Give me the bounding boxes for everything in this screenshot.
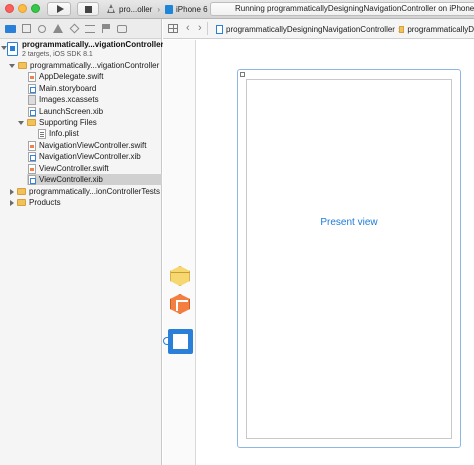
project-root-item[interactable]: programmatically...vigationController 2 … bbox=[0, 39, 164, 61]
file-item[interactable]: LaunchScreen.xib bbox=[28, 106, 103, 117]
group-main-label: programmatically...vigationController bbox=[30, 61, 160, 70]
resize-handle-icon[interactable] bbox=[240, 72, 245, 77]
file-label: NavigationViewController.swift bbox=[39, 141, 147, 150]
tab-debug-navigator[interactable] bbox=[84, 23, 96, 35]
folder-icon bbox=[27, 119, 36, 126]
forward-arrow-icon[interactable]: › bbox=[198, 22, 202, 34]
close-window-button[interactable] bbox=[5, 4, 14, 13]
file-label: Info.plist bbox=[49, 129, 79, 138]
file-label: NavigationViewController.xib bbox=[39, 152, 141, 161]
group-products[interactable]: Products bbox=[9, 197, 61, 208]
swift-file-icon bbox=[28, 71, 36, 82]
group-tests-label: programmatically...ionControllerTests bbox=[29, 187, 161, 196]
file-item[interactable]: ViewController.swift bbox=[28, 163, 109, 174]
storyboard-file-icon bbox=[28, 83, 36, 94]
disclosure-open-icon[interactable] bbox=[18, 120, 24, 125]
navigator-tab-bar bbox=[0, 19, 161, 39]
xib-file-icon bbox=[28, 174, 36, 185]
document-outline-dock bbox=[163, 40, 196, 465]
file-label: LaunchScreen.xib bbox=[39, 107, 104, 116]
view-object-icon[interactable] bbox=[168, 329, 193, 354]
folder-icon bbox=[17, 199, 26, 206]
swift-file-icon bbox=[28, 163, 36, 174]
view-square-icon bbox=[173, 334, 188, 349]
report-icon bbox=[117, 24, 127, 33]
asset-catalog-icon bbox=[28, 94, 36, 105]
present-view-button[interactable]: Present view bbox=[247, 217, 451, 228]
tab-symbol-navigator[interactable] bbox=[20, 23, 32, 35]
file-item[interactable]: NavigationViewController.xib bbox=[28, 151, 141, 162]
project-subtitle: 2 targets, iOS SDK 8.1 bbox=[22, 51, 93, 58]
file-item[interactable]: NavigationViewController.swift bbox=[28, 140, 146, 151]
editor-jump-bar: ‹ › programmaticallyDesigningNavigationC… bbox=[163, 19, 474, 39]
file-item[interactable]: Info.plist bbox=[38, 128, 79, 139]
file-label: AppDelegate.swift bbox=[39, 72, 104, 81]
root-view[interactable]: Present view bbox=[246, 79, 452, 439]
group-tests[interactable]: programmatically...ionControllerTests bbox=[9, 186, 160, 197]
folder-icon bbox=[18, 62, 27, 69]
breadcrumb-group-label: programmaticallyD bbox=[407, 24, 474, 34]
scheme-separator-icon: › bbox=[157, 4, 161, 14]
file-label: ViewController.swift bbox=[39, 164, 109, 173]
run-button[interactable] bbox=[47, 2, 71, 16]
file-item[interactable]: AppDelegate.swift bbox=[28, 71, 103, 82]
file-item-selected[interactable]: ViewController.xib bbox=[27, 174, 162, 185]
stop-button[interactable] bbox=[77, 2, 99, 16]
jump-bar-divider bbox=[207, 22, 208, 35]
breadcrumb-project[interactable]: programmaticallyDesigningNavigationContr… bbox=[216, 23, 404, 35]
file-item[interactable]: Main.storyboard bbox=[28, 83, 96, 94]
xib-file-icon bbox=[28, 151, 36, 162]
project-name: programmatically...vigationController bbox=[22, 40, 164, 49]
plist-file-icon bbox=[38, 128, 46, 139]
xcode-project-icon bbox=[7, 42, 18, 56]
file-label: ViewController.xib bbox=[39, 175, 103, 184]
zoom-window-button[interactable] bbox=[31, 4, 40, 13]
group-products-label: Products bbox=[29, 198, 61, 207]
stop-icon bbox=[84, 5, 92, 13]
play-icon bbox=[56, 5, 64, 13]
project-file-icon bbox=[216, 24, 223, 34]
tab-project-navigator[interactable] bbox=[4, 23, 16, 35]
swift-file-icon bbox=[28, 140, 36, 151]
view-frame[interactable]: Present view bbox=[237, 69, 461, 448]
scheme-selector[interactable]: pro...oller › iPhone 6 bbox=[106, 2, 208, 16]
folder-icon bbox=[4, 24, 16, 33]
window-toolbar: pro...oller › iPhone 6 Running programma… bbox=[0, 0, 474, 19]
tab-report-navigator[interactable] bbox=[116, 23, 128, 35]
warning-icon bbox=[53, 24, 63, 33]
diamond-icon bbox=[69, 23, 79, 34]
folder-icon bbox=[399, 25, 405, 33]
tab-issue-navigator[interactable] bbox=[52, 23, 64, 35]
group-main[interactable]: programmatically...vigationController bbox=[9, 60, 159, 71]
back-arrow-icon[interactable]: ‹ bbox=[186, 22, 190, 34]
scheme-device-label: iPhone 6 bbox=[176, 4, 208, 14]
symbol-icon bbox=[21, 24, 31, 33]
breakpoint-icon bbox=[101, 24, 111, 33]
search-icon bbox=[38, 24, 46, 33]
iphone-device-icon bbox=[165, 4, 174, 14]
disclosure-open-icon[interactable] bbox=[9, 63, 15, 68]
breadcrumb-project-label: programmaticallyDesigningNavigationContr… bbox=[226, 24, 395, 34]
activity-status-bar: Running programmaticallyDesigningNavigat… bbox=[210, 2, 474, 16]
disclosure-closed-icon[interactable] bbox=[10, 188, 14, 195]
xib-file-icon bbox=[28, 106, 36, 117]
debug-icon bbox=[85, 24, 95, 33]
related-items-icon[interactable] bbox=[168, 24, 178, 33]
minimize-window-button[interactable] bbox=[18, 4, 27, 13]
group-supporting-label: Supporting Files bbox=[39, 118, 97, 127]
tab-test-navigator[interactable] bbox=[68, 23, 80, 35]
tab-breakpoint-navigator[interactable] bbox=[100, 23, 112, 35]
folder-icon bbox=[17, 188, 26, 195]
disclosure-closed-icon[interactable] bbox=[10, 199, 14, 206]
file-label: Images.xcassets bbox=[39, 95, 99, 104]
file-label: Main.storyboard bbox=[39, 84, 97, 93]
scheme-app-label: pro...oller bbox=[119, 4, 153, 14]
app-scheme-icon bbox=[106, 4, 116, 14]
breadcrumb-group[interactable]: programmaticallyD bbox=[399, 23, 474, 35]
tab-find-navigator[interactable] bbox=[36, 23, 48, 35]
file-item[interactable]: Images.xcassets bbox=[28, 94, 99, 105]
group-supporting-files[interactable]: Supporting Files bbox=[18, 117, 97, 128]
